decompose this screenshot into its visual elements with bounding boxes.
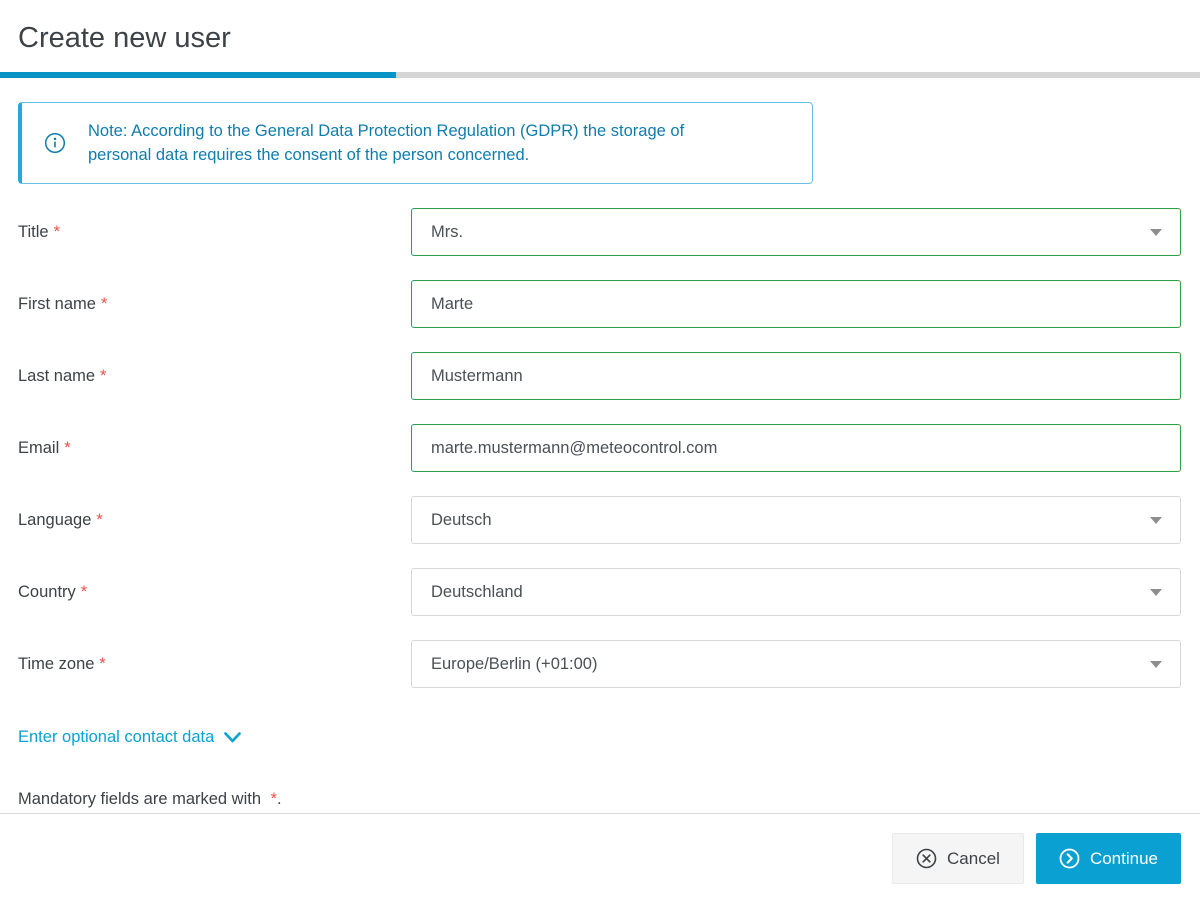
mandatory-note-period: . — [277, 790, 282, 808]
country-select-value: Deutschland — [431, 583, 523, 602]
cancel-button-label: Cancel — [947, 849, 1000, 869]
first-name-input[interactable] — [411, 280, 1181, 328]
country-label: Country * — [18, 583, 411, 602]
time-zone-select-value: Europe/Berlin (+01:00) — [431, 655, 597, 674]
continue-button[interactable]: Continue — [1036, 833, 1181, 884]
last-name-label: Last name * — [18, 367, 411, 386]
time-zone-select[interactable]: Europe/Berlin (+01:00) — [411, 640, 1181, 688]
email-input[interactable] — [411, 424, 1181, 472]
country-select[interactable]: Deutschland — [411, 568, 1181, 616]
email-label-text: Email — [18, 439, 59, 457]
required-asterisk: * — [64, 439, 70, 457]
continue-button-label: Continue — [1090, 849, 1158, 869]
language-label: Language * — [18, 511, 411, 530]
required-asterisk: * — [54, 223, 60, 241]
form-row-country: Country * Deutschland — [0, 568, 1200, 616]
last-name-label-text: Last name — [18, 367, 95, 385]
optional-contact-data-link-label: Enter optional contact data — [18, 728, 214, 747]
required-asterisk: * — [101, 295, 107, 313]
first-name-label-text: First name — [18, 295, 96, 313]
form-row-title: Title * Mrs. — [0, 208, 1200, 256]
wizard-progress-bar — [0, 72, 1200, 78]
mandatory-note-text: Mandatory fields are marked with — [18, 790, 261, 808]
form-row-language: Language * Deutsch — [0, 496, 1200, 544]
language-select[interactable]: Deutsch — [411, 496, 1181, 544]
time-zone-label-text: Time zone — [18, 655, 94, 673]
continue-circle-arrow-icon — [1059, 848, 1080, 869]
last-name-input[interactable] — [411, 352, 1181, 400]
time-zone-label: Time zone * — [18, 655, 411, 674]
form-row-first-name: First name * — [0, 280, 1200, 328]
language-label-text: Language — [18, 511, 91, 529]
form-row-last-name: Last name * — [0, 352, 1200, 400]
required-asterisk: * — [100, 367, 106, 385]
country-label-text: Country — [18, 583, 76, 601]
chevron-down-icon — [223, 731, 242, 744]
title-label: Title * — [18, 223, 411, 242]
footer-action-bar: Cancel Continue — [0, 814, 1200, 884]
gdpr-note-box: Note: According to the General Data Prot… — [18, 102, 813, 184]
mandatory-fields-note: Mandatory fields are marked with *. — [18, 790, 1182, 809]
optional-contact-data-link[interactable]: Enter optional contact data — [18, 728, 242, 747]
title-select-value: Mrs. — [431, 223, 463, 242]
title-label-text: Title — [18, 223, 49, 241]
gdpr-note-text: Note: According to the General Data Prot… — [88, 119, 748, 167]
language-select-value: Deutsch — [431, 511, 492, 530]
progress-fill — [0, 72, 396, 78]
first-name-label: First name * — [18, 295, 411, 314]
form-row-email: Email * — [0, 424, 1200, 472]
cancel-circle-x-icon — [916, 848, 937, 869]
cancel-button[interactable]: Cancel — [892, 833, 1024, 884]
email-label: Email * — [18, 439, 411, 458]
required-asterisk: * — [96, 511, 102, 529]
create-user-form: Title * Mrs. First name * Last name * Email… — [0, 208, 1200, 809]
form-row-time-zone: Time zone * Europe/Berlin (+01:00) — [0, 640, 1200, 688]
info-icon — [22, 132, 88, 154]
page-title: Create new user — [18, 21, 1182, 55]
required-asterisk: * — [99, 655, 105, 673]
required-asterisk: * — [81, 583, 87, 601]
title-select[interactable]: Mrs. — [411, 208, 1181, 256]
